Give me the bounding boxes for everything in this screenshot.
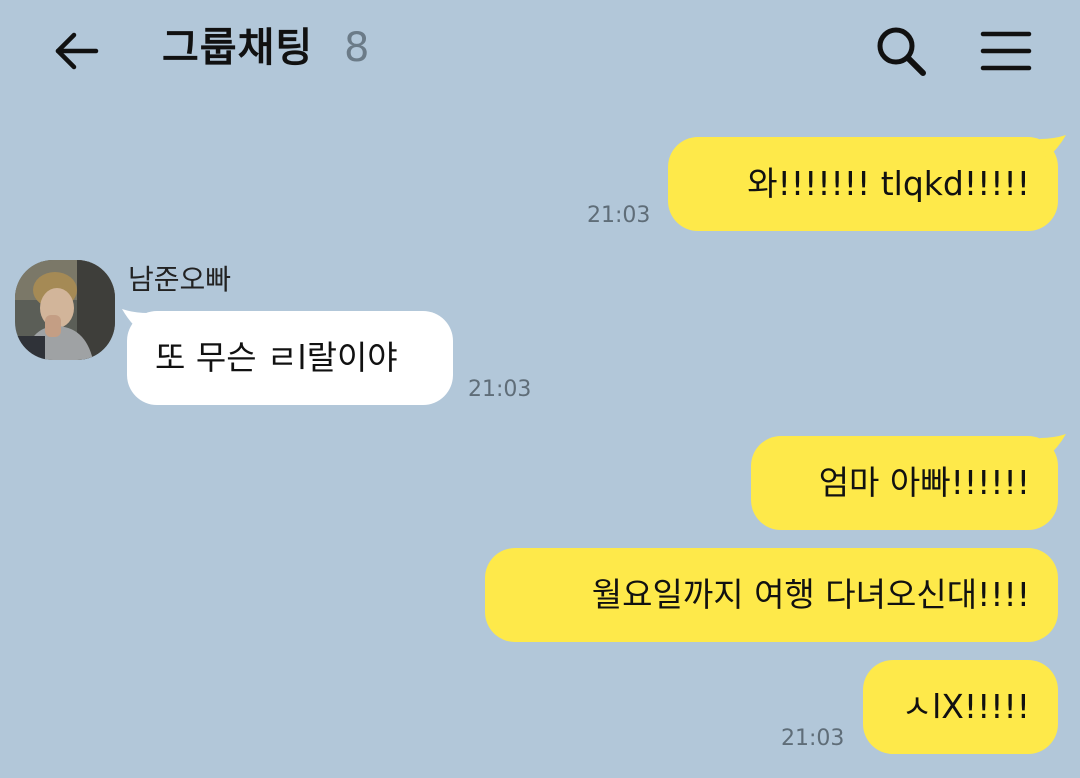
my-message-bubble[interactable]: 엄마 아빠!!!!!! bbox=[751, 436, 1058, 530]
message-text: 월요일까지 여행 다녀오신대!!!! bbox=[591, 575, 1030, 614]
hamburger-menu-icon bbox=[980, 31, 1032, 71]
my-message-bubble[interactable]: 와!!!!!!! tlqkd!!!!! bbox=[668, 137, 1058, 231]
message-timestamp: 21:03 bbox=[468, 377, 532, 402]
message-timestamp: 21:03 bbox=[781, 726, 845, 751]
menu-button[interactable] bbox=[978, 26, 1034, 76]
bubble-tail bbox=[122, 309, 148, 333]
chat-title: 그룹채팅 bbox=[162, 25, 314, 71]
profile-photo bbox=[15, 260, 115, 360]
avatar[interactable] bbox=[15, 260, 115, 360]
my-message-bubble[interactable]: 월요일까지 여행 다녀오신대!!!! bbox=[485, 548, 1058, 642]
message-text: ㅅlX!!!!! bbox=[901, 687, 1030, 726]
back-button[interactable] bbox=[52, 26, 102, 76]
my-message-bubble[interactable]: ㅅlX!!!!! bbox=[863, 660, 1058, 754]
member-count: 8 bbox=[344, 25, 370, 71]
message-text: 와!!!!!!! tlqkd!!!!! bbox=[747, 164, 1030, 203]
bubble-tail bbox=[1040, 434, 1066, 458]
message-timestamp: 21:03 bbox=[587, 203, 651, 228]
sender-name: 남준오빠 bbox=[128, 263, 232, 296]
chat-header: 그룹채팅 8 bbox=[0, 0, 1080, 100]
arrow-left-icon bbox=[55, 32, 99, 70]
message-text: 또 무슨 ㄹl랄이야 bbox=[155, 338, 398, 377]
their-message-bubble[interactable]: 또 무슨 ㄹl랄이야 bbox=[127, 311, 453, 405]
search-icon bbox=[877, 27, 926, 76]
bubble-tail bbox=[1040, 135, 1066, 159]
search-button[interactable] bbox=[872, 22, 930, 80]
message-text: 엄마 아빠!!!!!! bbox=[818, 463, 1030, 502]
